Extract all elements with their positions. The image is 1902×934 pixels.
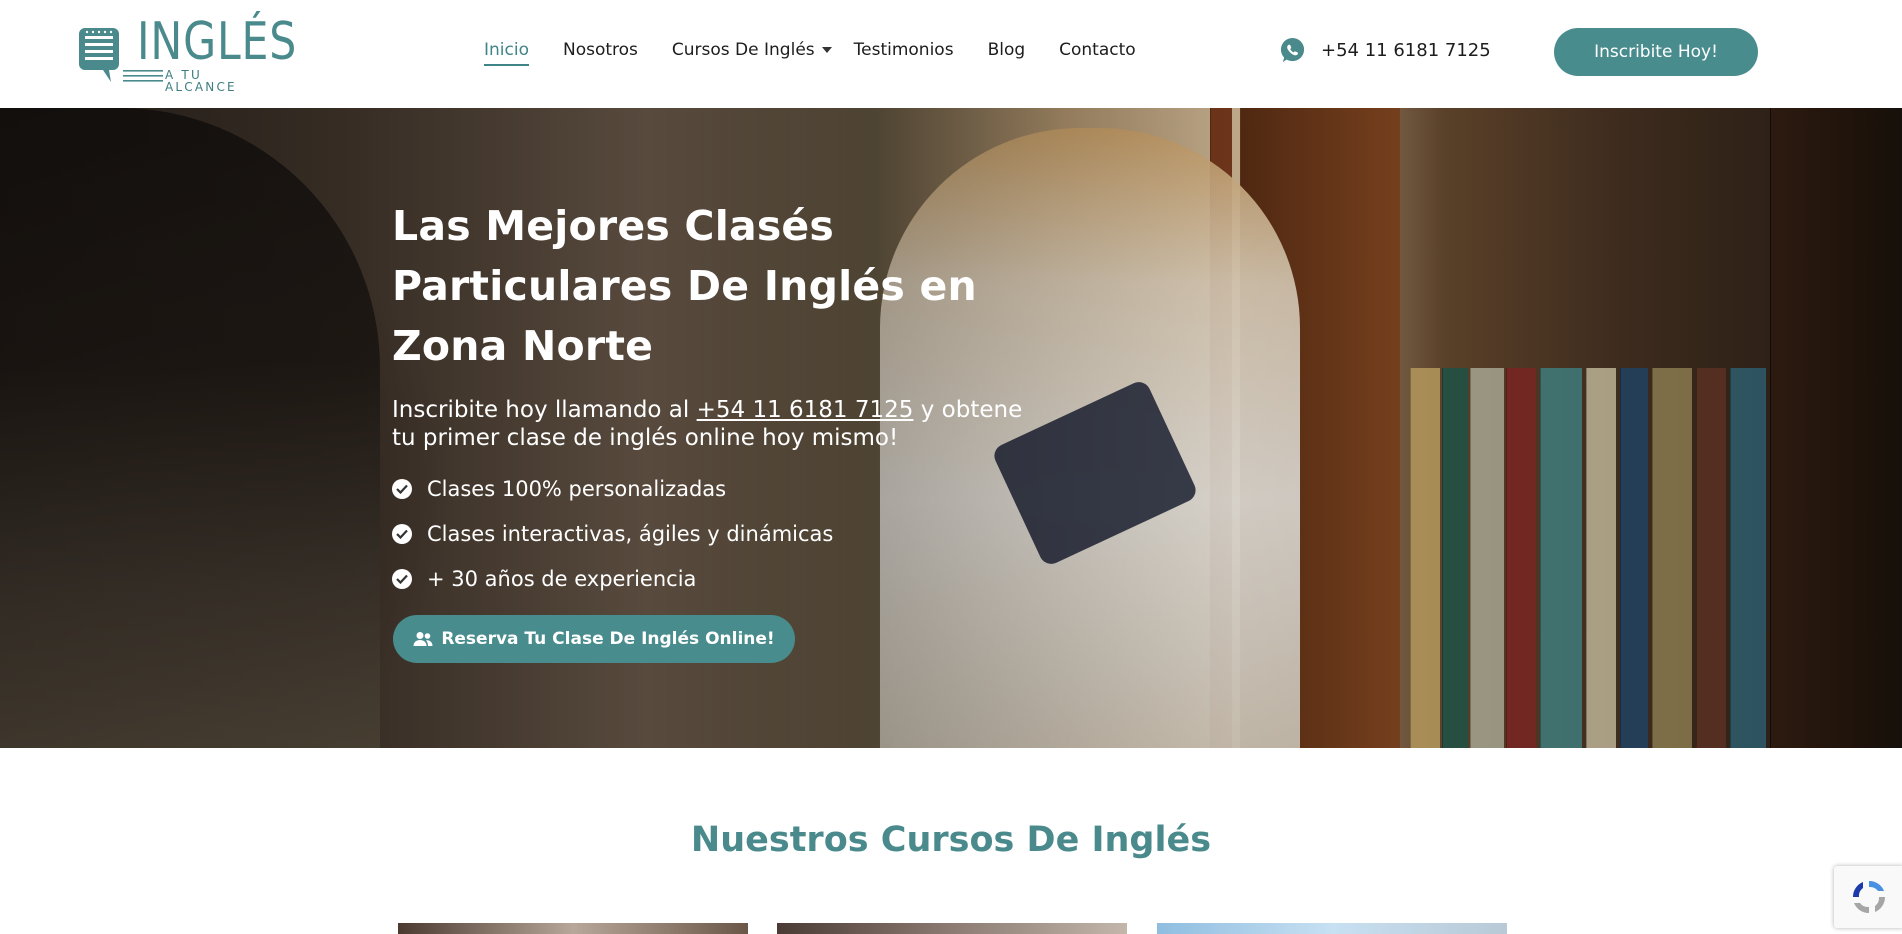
nav-item-label: Blog	[987, 40, 1026, 60]
feature-item: + 30 años de experiencia	[392, 556, 1032, 601]
hero-phone-link[interactable]: +54 11 6181 7125	[697, 397, 914, 423]
nav-item-label: Nosotros	[562, 40, 638, 60]
inscribite-button[interactable]: Inscribite Hoy!	[1554, 28, 1758, 76]
site-logo[interactable]: INGLÉS A TU ALCANCE	[77, 16, 296, 93]
feature-label: Clases 100% personalizadas	[427, 476, 727, 501]
check-circle-icon	[392, 523, 412, 544]
logo-tagline: A TU ALCANCE	[165, 68, 237, 94]
site-header: INGLÉS A TU ALCANCE Inicio Nosotros Curs…	[0, 0, 1902, 108]
nav-item-blog[interactable]: Blog	[988, 40, 1026, 60]
logo-word: INGLÉS	[137, 12, 298, 72]
feature-list: Clases 100% personalizadas Clases intera…	[392, 466, 1032, 601]
hero-banner: Las Mejores Clasés Particulares De Inglé…	[0, 108, 1902, 748]
feature-item: Clases 100% personalizadas	[392, 466, 1032, 511]
course-card[interactable]	[777, 923, 1127, 934]
reserve-class-button[interactable]: Reserva Tu Clase De Inglés Online!	[393, 615, 795, 663]
nav-item-label: Contacto	[1059, 40, 1136, 60]
logo-lines	[123, 70, 163, 82]
nav-item-label: Inicio	[484, 40, 529, 60]
nav-item-nosotros[interactable]: Nosotros	[563, 40, 638, 60]
nav-item-label: Cursos De Inglés	[671, 40, 815, 60]
speech-bubble-icon	[79, 28, 119, 82]
header-phone-number: +54 11 6181 7125	[1321, 40, 1491, 61]
nav-item-contacto[interactable]: Contacto	[1059, 40, 1136, 60]
users-icon	[413, 632, 433, 646]
recaptcha-icon	[1852, 880, 1886, 914]
feature-label: + 30 años de experiencia	[427, 566, 697, 591]
course-card[interactable]	[1157, 923, 1507, 934]
courses-title: Nuestros Cursos De Inglés	[690, 820, 1212, 860]
feature-item: Clases interactivas, ágiles y dinámicas	[392, 511, 1032, 556]
recaptcha-badge[interactable]	[1834, 866, 1902, 928]
hero-subtitle: Inscribite hoy llamando al +54 11 6181 7…	[392, 396, 1032, 452]
feature-label: Clases interactivas, ágiles y dinámicas	[427, 521, 834, 546]
chevron-down-icon	[821, 47, 832, 53]
whatsapp-icon	[1280, 37, 1305, 63]
nav-item-inicio[interactable]: Inicio	[484, 40, 529, 66]
check-circle-icon	[392, 478, 412, 499]
reserve-class-label: Reserva Tu Clase De Inglés Online!	[441, 629, 775, 649]
nav-item-cursos[interactable]: Cursos De Inglés	[672, 40, 832, 60]
main-nav: Inicio Nosotros Cursos De Inglés Testimo…	[484, 38, 1136, 66]
course-card[interactable]	[398, 923, 748, 934]
hero-title: Las Mejores Clasés Particulares De Inglé…	[392, 202, 977, 370]
header-phone[interactable]: +54 11 6181 7125	[1279, 37, 1491, 64]
nav-item-label: Testimonios	[853, 40, 954, 60]
check-circle-icon	[392, 568, 412, 589]
hero-content: Las Mejores Clasés Particulares De Inglé…	[392, 196, 1032, 601]
nav-item-testimonios[interactable]: Testimonios	[854, 40, 954, 60]
hero-subtitle-text: Inscribite hoy llamando al	[392, 397, 697, 423]
